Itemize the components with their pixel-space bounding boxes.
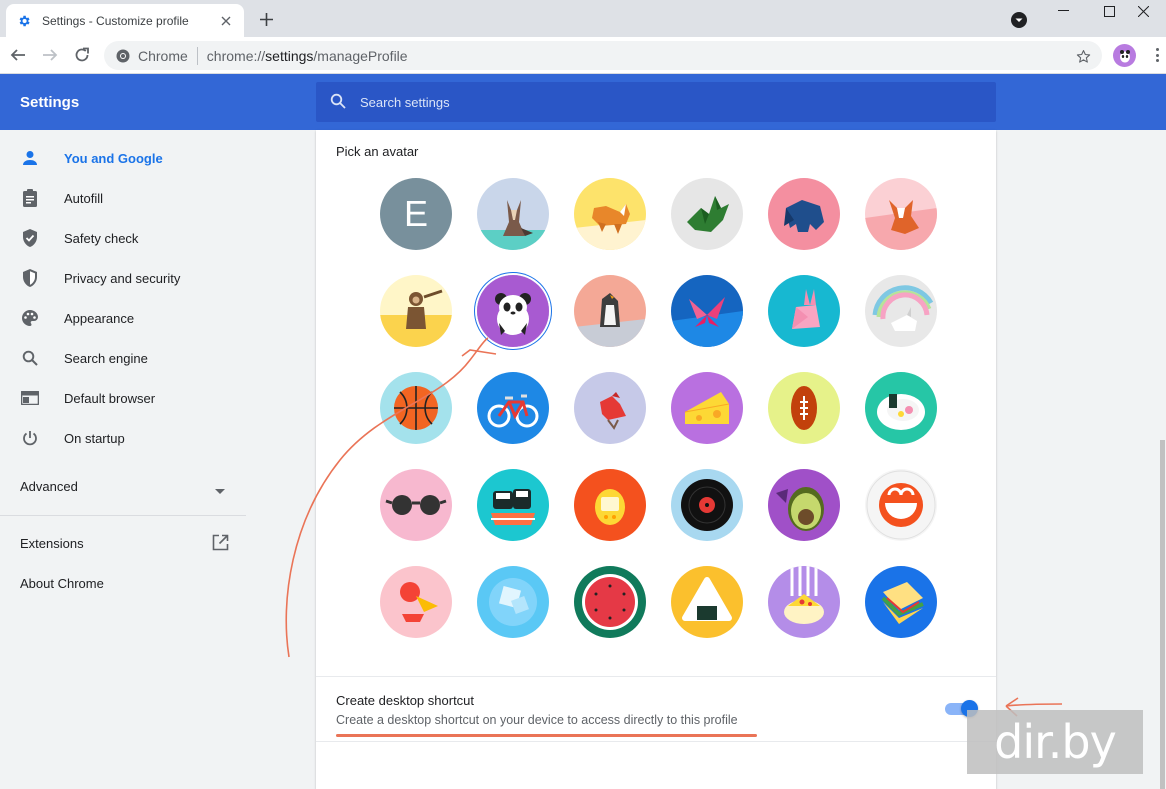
chrome-logo-icon — [116, 49, 130, 63]
desktop-shortcut-row: Create desktop shortcut Create a desktop… — [316, 676, 996, 742]
sidebar-item-label: Safety check — [64, 230, 139, 246]
avatar-butterfly[interactable] — [671, 275, 743, 347]
bookmark-star-icon[interactable] — [1074, 47, 1092, 65]
avatar-sushi[interactable] — [477, 469, 549, 541]
power-icon — [20, 428, 40, 448]
caret-down-icon[interactable] — [215, 483, 225, 498]
avatar-pizza[interactable] — [768, 566, 840, 638]
search-settings-box[interactable] — [316, 82, 996, 122]
forward-arrow-icon[interactable] — [40, 45, 60, 65]
avatar-penguin[interactable] — [574, 275, 646, 347]
sidebar-item-default-browser[interactable]: Default browser — [0, 378, 256, 418]
avatar-unicorn[interactable] — [865, 275, 937, 347]
avatar-onigiri[interactable] — [671, 566, 743, 638]
scrollbar-thumb[interactable] — [1160, 440, 1165, 789]
sidebar-item-you-and-google[interactable]: You and Google — [0, 138, 256, 178]
clipboard-icon — [20, 188, 40, 208]
gear-icon — [16, 13, 32, 29]
tab-settings[interactable]: Settings - Customize profile — [6, 4, 244, 37]
person-icon — [20, 148, 40, 168]
sidebar-item-label: Default browser — [64, 390, 156, 406]
sidebar-item-label: You and Google — [64, 150, 163, 166]
sidebar-item-safety-check[interactable]: Safety check — [0, 218, 256, 258]
window-close-icon[interactable] — [1120, 0, 1166, 22]
search-icon — [330, 93, 346, 112]
avatar-panda[interactable] — [477, 275, 549, 347]
close-icon[interactable] — [218, 13, 234, 29]
sidebar-item-privacy-and-security[interactable]: Privacy and security — [0, 258, 256, 298]
shortcut-description: Create a desktop shortcut on your device… — [336, 713, 738, 727]
avatar-tamagotchi[interactable] — [574, 469, 646, 541]
avatar-letter-e[interactable]: E — [380, 178, 452, 250]
new-tab-button[interactable] — [256, 9, 276, 29]
browser-icon — [20, 388, 40, 408]
annotation-underline — [336, 734, 757, 737]
avatar-cat[interactable] — [477, 178, 549, 250]
sidebar-item-label: Privacy and security — [64, 270, 181, 286]
sidebar-item-label: On startup — [64, 430, 125, 446]
settings-header: Settings — [0, 74, 1166, 130]
sidebar-item-label: Autofill — [64, 190, 104, 206]
avatar-elephant[interactable] — [768, 178, 840, 250]
avatar-football[interactable] — [768, 372, 840, 444]
avatar-rabbit[interactable] — [768, 275, 840, 347]
palette-icon — [20, 308, 40, 328]
search-icon — [20, 348, 40, 368]
avatar-basketball[interactable] — [380, 372, 452, 444]
url-text: chrome://settings/manageProfile — [206, 47, 408, 64]
avatar-monkey[interactable] — [380, 275, 452, 347]
settings-sidebar: You and Google Autofill Safety check Pri… — [0, 130, 256, 789]
tab-strip: Settings - Customize profile — [0, 0, 1166, 37]
avatar-bird[interactable] — [574, 372, 646, 444]
avatar-letter: E — [403, 193, 428, 234]
sidebar-advanced[interactable]: Advanced — [20, 479, 78, 494]
profile-avatar-button[interactable] — [1113, 44, 1136, 67]
page-title: Settings — [20, 94, 80, 111]
sidebar-extensions[interactable]: Extensions — [20, 536, 84, 551]
avatar-corgi[interactable] — [574, 178, 646, 250]
sidebar-item-appearance[interactable]: Appearance — [0, 298, 256, 338]
open-in-new-icon[interactable] — [212, 534, 229, 554]
sidebar-item-autofill[interactable]: Autofill — [0, 178, 256, 218]
tab-search-icon[interactable] — [1010, 11, 1028, 29]
watermark-text: dir.by — [994, 715, 1117, 769]
avatar-ice-cream[interactable] — [380, 566, 452, 638]
avatar-watermelon[interactable] — [574, 566, 646, 638]
avatar-sandwich[interactable] — [865, 566, 937, 638]
search-input[interactable] — [360, 94, 960, 110]
address-separator — [196, 46, 198, 65]
shortcut-title: Create desktop shortcut — [336, 693, 475, 708]
more-menu-icon[interactable] — [1150, 45, 1164, 65]
shield-icon — [20, 268, 40, 288]
address-bar[interactable]: Chrome chrome://settings/manageProfile — [104, 41, 1102, 70]
avatar-smiley[interactable] — [865, 469, 937, 541]
page-scrollbar[interactable] — [1159, 130, 1166, 789]
avatar-sunglasses[interactable] — [380, 469, 452, 541]
sidebar-about-chrome[interactable]: About Chrome — [20, 576, 104, 591]
reload-icon[interactable] — [72, 45, 92, 65]
sidebar-item-on-startup[interactable]: On startup — [0, 418, 256, 458]
avatar-ramen[interactable] — [865, 372, 937, 444]
customize-profile-card: Pick an avatar E Create desktop shortcut… — [316, 130, 996, 789]
sidebar-item-search-engine[interactable]: Search engine — [0, 338, 256, 378]
browser-toolbar: Chrome chrome://settings/manageProfile — [0, 37, 1166, 74]
tab-title: Settings - Customize profile — [42, 13, 189, 28]
avatar-ice-cube[interactable] — [477, 566, 549, 638]
sidebar-divider — [0, 515, 246, 516]
sidebar-item-label: Appearance — [64, 310, 135, 326]
site-label: Chrome — [138, 47, 188, 64]
minimize-icon[interactable] — [1040, 0, 1086, 22]
sidebar-item-label: Search engine — [64, 350, 148, 366]
avatar-cheese[interactable] — [671, 372, 743, 444]
avatar-avocado[interactable] — [768, 469, 840, 541]
avatar-fox[interactable] — [865, 178, 937, 250]
pick-avatar-heading: Pick an avatar — [336, 144, 419, 159]
avatar-vinyl-record[interactable] — [671, 469, 743, 541]
watermark: dir.by — [967, 710, 1143, 774]
shield-check-icon — [20, 228, 40, 248]
back-arrow-icon[interactable] — [8, 45, 28, 65]
avatar-dragon[interactable] — [671, 178, 743, 250]
avatar-bicycle[interactable] — [477, 372, 549, 444]
